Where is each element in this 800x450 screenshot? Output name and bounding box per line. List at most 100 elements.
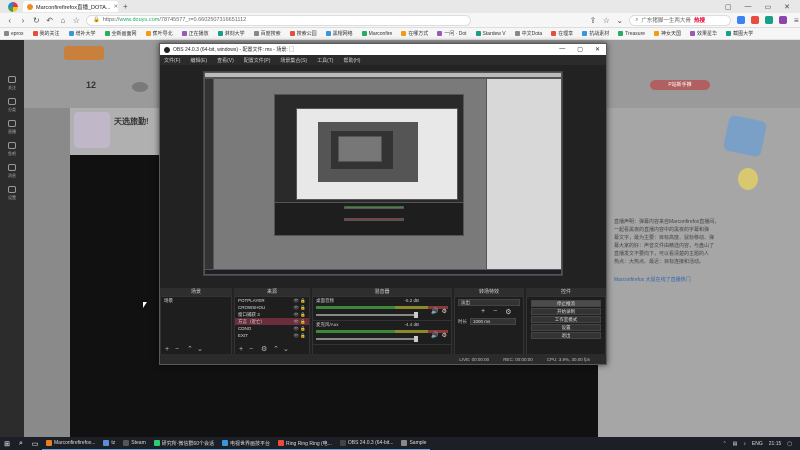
source-item[interactable]: POTPLAYER 👁 🔒 — [235, 297, 309, 304]
scene-item[interactable]: 场景 — [161, 297, 231, 304]
avatar[interactable] — [132, 82, 148, 92]
right-banner-button[interactable]: P站新手推 — [650, 80, 710, 90]
clock[interactable]: 21:15 — [769, 441, 782, 447]
move-up-icon[interactable]: ⌃ — [187, 345, 193, 353]
search-icon[interactable]: ⌕ — [14, 440, 28, 448]
taskbar-app[interactable]: tz — [99, 437, 120, 450]
share-icon[interactable]: ⇪ — [589, 16, 597, 25]
add-source-icon[interactable]: + — [239, 346, 243, 353]
bookmark-item[interactable]: 我的关注 — [32, 30, 60, 37]
bookmark-item[interactable]: Treasure — [618, 31, 645, 37]
source-settings-icon[interactable]: ⚙ — [261, 345, 267, 353]
volume-slider[interactable] — [316, 312, 418, 318]
bookmark-item[interactable]: 在哪方式 — [401, 30, 428, 37]
gear-icon[interactable]: ⚙ — [442, 308, 447, 315]
tray-chevron-icon[interactable]: ⌃ — [722, 441, 726, 447]
language-indicator[interactable]: ENG — [752, 441, 763, 447]
sidebar-item[interactable]: 分类 — [0, 94, 24, 116]
bookmark-item[interactable]: 在理享 — [551, 30, 573, 37]
taskbar-app[interactable]: Ring Ring Ring (电... — [274, 437, 336, 450]
bookmark-item[interactable]: 中文Dota — [514, 30, 542, 37]
home-icon[interactable]: ⌂ — [59, 16, 66, 25]
minimize-icon[interactable]: — — [559, 46, 565, 53]
menu-icon[interactable]: ≡ — [793, 16, 800, 25]
taskbar-app[interactable]: 研究所·微信群60个会话 — [149, 437, 218, 450]
speaker-icon[interactable]: 🔊 — [431, 308, 438, 315]
sidebar-item[interactable]: 设置 — [0, 182, 24, 204]
visibility-lock-icon[interactable]: 👁 🔒 — [293, 332, 309, 339]
undo-icon[interactable]: ↶ — [46, 16, 53, 25]
browser-tab[interactable]: Marconfirefirefox直播_DOTA... ✕ — [23, 1, 118, 12]
bookmark-item[interactable]: 蕉叶导北 — [145, 30, 173, 37]
close-icon[interactable]: ✕ — [784, 3, 790, 11]
minimize-icon[interactable]: — — [745, 3, 752, 11]
speaker-icon[interactable]: 🔊 — [431, 332, 438, 339]
source-item[interactable]: CROWSHOU 👁 🔒 — [235, 304, 309, 311]
remove-scene-icon[interactable]: − — [175, 346, 179, 353]
extension-icon[interactable] — [764, 16, 773, 24]
visibility-lock-icon[interactable]: 👁 🔒 — [293, 325, 309, 332]
source-item[interactable]: CDNO 👁 🔒 — [235, 325, 309, 332]
menu-item[interactable]: 帮助(H) — [343, 57, 360, 64]
duration-input[interactable]: 1000 ms — [470, 318, 516, 325]
add-scene-icon[interactable]: + — [165, 346, 169, 353]
remove-transition-icon[interactable]: − — [493, 308, 497, 316]
url-input[interactable]: 🔒 https://www.douyu.com/78745577_r=0.660… — [85, 14, 472, 26]
maximize-icon[interactable]: ▭ — [765, 3, 772, 11]
transition-settings-icon[interactable]: ⚙ — [505, 308, 511, 316]
slider-handle[interactable] — [414, 312, 418, 318]
task-view-icon[interactable]: ▭ — [28, 440, 42, 448]
visibility-lock-icon[interactable]: 👁 🔒 — [293, 318, 309, 325]
maximize-icon[interactable]: ▢ — [577, 46, 583, 53]
control-button[interactable]: 开始录制 — [531, 308, 601, 315]
notification-icon[interactable]: ▢ — [787, 441, 792, 447]
back-icon[interactable]: ‹ — [6, 16, 13, 25]
taskbar-app[interactable]: 电视世界画技平台 — [217, 437, 274, 450]
sidebar-item[interactable]: 鱼吧 — [0, 138, 24, 160]
extension-icon[interactable] — [736, 16, 745, 24]
extension-icon[interactable] — [778, 16, 787, 24]
forward-icon[interactable]: › — [19, 16, 26, 25]
new-tab-button[interactable]: + — [118, 2, 128, 11]
source-item[interactable]: 窗口捕获 3 👁 🔒 — [235, 311, 309, 318]
bookmark-item[interactable]: 神女天国 — [654, 30, 681, 37]
sidebar-item[interactable]: 消息 — [0, 160, 24, 182]
visibility-lock-icon[interactable]: 👁 🔒 — [293, 311, 309, 318]
menu-item[interactable]: 查看(V) — [217, 57, 234, 64]
bookmark-item[interactable]: 截图大学 — [726, 30, 753, 37]
gear-icon[interactable]: ⚙ — [442, 332, 447, 339]
remove-source-icon[interactable]: − — [249, 346, 253, 353]
bookmark-item[interactable]: 百度搜索 — [253, 30, 281, 37]
star-icon[interactable]: ☆ — [73, 16, 80, 25]
taskbar-app[interactable]: Steam — [119, 437, 150, 450]
source-item[interactable]: 方言（近亡） 👁 🔒 — [235, 318, 309, 325]
dropdown-icon[interactable]: ⌄ — [616, 16, 623, 25]
search-box[interactable]: ⌕ 广东猪脚一生两大骨 热搜 — [629, 14, 731, 26]
control-button[interactable]: 停止推流 — [531, 300, 601, 307]
reload-icon[interactable]: ↻ — [33, 16, 40, 25]
windows-start-icon[interactable]: ⊞ — [0, 440, 14, 448]
volume-icon[interactable]: ♪ — [743, 441, 746, 447]
bookmark-item[interactable]: 全新画面网 — [104, 30, 137, 37]
bookmark-item[interactable]: 正在播放 — [181, 30, 209, 37]
sidebar-item[interactable]: 关注 — [0, 72, 24, 94]
close-icon[interactable]: ✕ — [595, 46, 600, 53]
bookmark-item[interactable]: 增补大学 — [68, 30, 96, 37]
extension-icon[interactable] — [750, 16, 759, 24]
control-button[interactable]: 退出 — [531, 332, 601, 339]
sidebar-item[interactable]: 直播 — [0, 116, 24, 138]
slider-handle[interactable] — [414, 336, 418, 342]
network-icon[interactable]: ▤ — [733, 441, 738, 447]
volume-slider[interactable] — [316, 336, 418, 342]
visibility-lock-icon[interactable]: 👁 🔒 — [293, 304, 309, 311]
taskbar-app[interactable]: Sample — [397, 437, 431, 450]
taskbar-app[interactable]: Marconfirefirefox... — [42, 437, 100, 450]
menu-item[interactable]: 场景集合(S) — [280, 57, 307, 64]
obs-preview[interactable] — [203, 71, 563, 276]
menu-item[interactable]: 工具(T) — [317, 57, 333, 64]
move-up-icon[interactable]: ⌃ — [273, 345, 279, 353]
visibility-lock-icon[interactable]: 👁 🔒 — [293, 297, 309, 304]
bookmark-item[interactable]: Stardew V — [475, 31, 506, 37]
bookmark-item[interactable]: Marconfire — [361, 31, 392, 37]
menu-item[interactable]: 编辑(E) — [190, 57, 207, 64]
